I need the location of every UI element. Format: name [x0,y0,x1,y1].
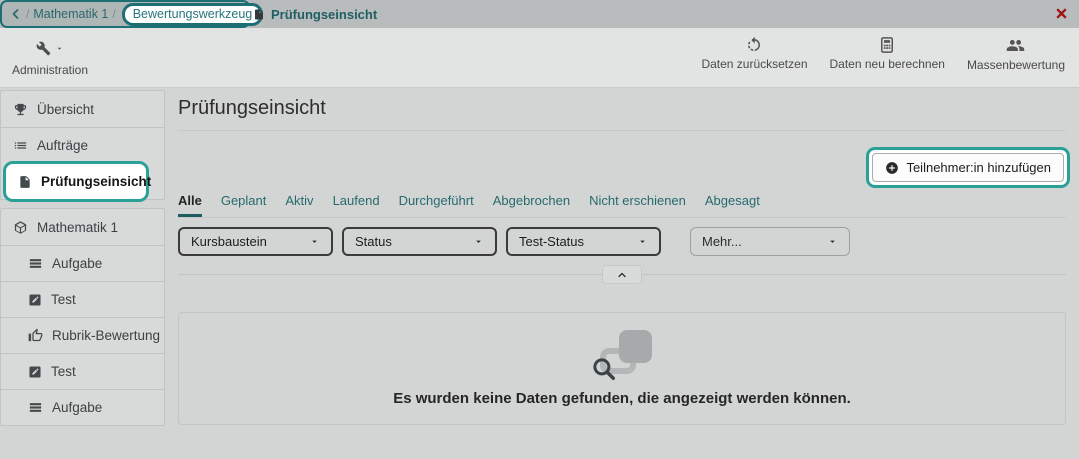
filter-test-status[interactable]: Test-Status [506,227,661,256]
plus-circle-icon [886,161,899,174]
sidebar-item-label: Aufgabe [52,400,103,415]
filter-row: Kursbaustein Status Test-Status Mehr... [178,227,1066,256]
sidebar-item-label: Aufträge [37,138,89,153]
collapse-filters-button[interactable] [602,265,642,284]
sidebar-item-label: Test [51,292,76,307]
sidebar-item-rubrik-bewertung[interactable]: Rubrik-Bewertung [1,317,164,353]
breadcrumb: / Mathematik 1 / Bewertungswerkzeug [0,0,264,28]
recalculate-data-button[interactable]: Daten neu berechnen [830,36,945,72]
sidebar-item-label: Prüfungseinsicht [41,174,152,189]
caret-down-icon [312,240,317,243]
edit-icon [29,365,41,378]
sidebar-item-label: Übersicht [37,101,95,117]
add-participant-label: Teilnehmer:in hinzufügen [906,160,1051,175]
filter-more[interactable]: Mehr... [690,227,850,256]
sidebar-item-test-2[interactable]: Test [1,353,164,389]
stack-icon [29,403,42,412]
tab-alle[interactable]: Alle [178,193,202,217]
back-button[interactable] [10,8,22,20]
sidebar-item-aufgabe-2[interactable]: Aufgabe [1,389,164,425]
chevron-up-icon [618,272,626,277]
sidebar: Übersicht Aufträge Prüfungseinsicht Math… [0,90,165,434]
sidebar-item-auftraege[interactable]: Aufträge [1,127,164,163]
tab-nicht-erschienen[interactable]: Nicht erschienen [589,193,686,217]
sidebar-group-tool: Übersicht Aufträge Prüfungseinsicht [0,90,165,202]
empty-state-message: Es wurden keine Daten gefunden, die ange… [393,390,851,407]
sidebar-item-uebersicht[interactable]: Übersicht [1,91,164,127]
group-icon [1007,39,1025,52]
filter-kursbaustein[interactable]: Kursbaustein [178,227,333,256]
page-title: Prüfungseinsicht [178,97,326,119]
filter-label: Kursbaustein [191,234,267,249]
breadcrumb-item-course[interactable]: Mathematik 1 [33,7,108,21]
add-participant-button[interactable]: Teilnehmer:in hinzufügen [872,153,1064,182]
filter-label: Status [355,234,392,249]
sidebar-item-label: Rubrik-Bewertung [52,328,161,343]
sidebar-item-test-1[interactable]: Test [1,281,164,317]
trophy-icon [14,103,27,115]
tab-abgesagt[interactable]: Abgesagt [705,193,760,217]
annotation-highlight: Teilnehmer:in hinzufügen [866,147,1070,188]
breadcrumb-separator: / [26,7,30,21]
list-icon [14,142,27,149]
document-icon [20,175,30,188]
toolbar: Administration Daten zurücksetzen Daten … [0,28,1079,88]
administration-label: Administration [12,63,89,77]
filter-tabs: Alle Geplant Aktiv Laufend Durchgeführt … [178,193,1066,218]
breadcrumb-separator: / [112,7,116,21]
filter-label: Mehr... [702,234,742,249]
sidebar-item-label: Test [51,364,76,379]
undo-icon [748,36,761,51]
main-content: Prüfungseinsicht Teilnehmer:in hinzufüge… [178,88,1070,425]
tab-abgebrochen[interactable]: Abgebrochen [493,193,570,217]
document-icon [255,9,263,19]
recalculate-data-label: Daten neu berechnen [829,57,945,71]
edit-icon [29,293,41,306]
caret-down-icon [640,240,645,243]
caret-down-icon [830,240,835,243]
top-tab-bar: / Mathematik 1 / Bewertungswerkzeug Prüf… [0,0,1079,28]
thumb-up-icon [28,328,43,342]
sidebar-item-pruefungseinsicht[interactable]: Prüfungseinsicht [3,161,152,202]
empty-state-panel: Es wurden keine Daten gefunden, die ange… [178,312,1066,425]
sidebar-item-course[interactable]: Mathematik 1 [1,209,164,245]
empty-search-illustration [590,330,654,382]
reset-data-button[interactable]: Daten zurücksetzen [701,36,808,72]
filled-square-shape [619,330,652,363]
magnifier-icon [593,358,616,381]
filter-status[interactable]: Status [342,227,497,256]
tab-aktiv[interactable]: Aktiv [285,193,313,217]
sidebar-group-course: Mathematik 1 Aufgabe Test Rubrik-Bewertu… [0,208,165,426]
caret-down-icon [476,240,481,243]
caret-down-icon [57,47,62,50]
tab-pruefungseinsicht[interactable]: Prüfungseinsicht [253,0,377,28]
tab-laufend[interactable]: Laufend [333,193,380,217]
tab-label: Prüfungseinsicht [271,6,378,22]
close-icon[interactable] [1054,6,1069,21]
cube-icon [14,220,27,234]
stack-icon [29,259,42,268]
administration-menu[interactable]: Administration [12,36,88,77]
reset-data-label: Daten zurücksetzen [701,57,808,71]
sidebar-item-label: Mathematik 1 [37,219,119,235]
wrench-icon [36,41,51,55]
tab-durchgefuehrt[interactable]: Durchgeführt [399,193,474,217]
bulk-assessment-label: Massenbewertung [966,58,1065,72]
breadcrumb-item-bewertungswerkzeug[interactable]: Bewertungswerkzeug [121,2,264,26]
chevron-left-icon [12,9,19,19]
filter-label: Test-Status [519,234,585,249]
sidebar-item-label: Aufgabe [52,256,103,271]
bulk-assessment-button[interactable]: Massenbewertung [967,36,1065,72]
sidebar-item-aufgabe-1[interactable]: Aufgabe [1,245,164,281]
calculator-icon [881,37,894,53]
tab-geplant[interactable]: Geplant [221,193,267,217]
